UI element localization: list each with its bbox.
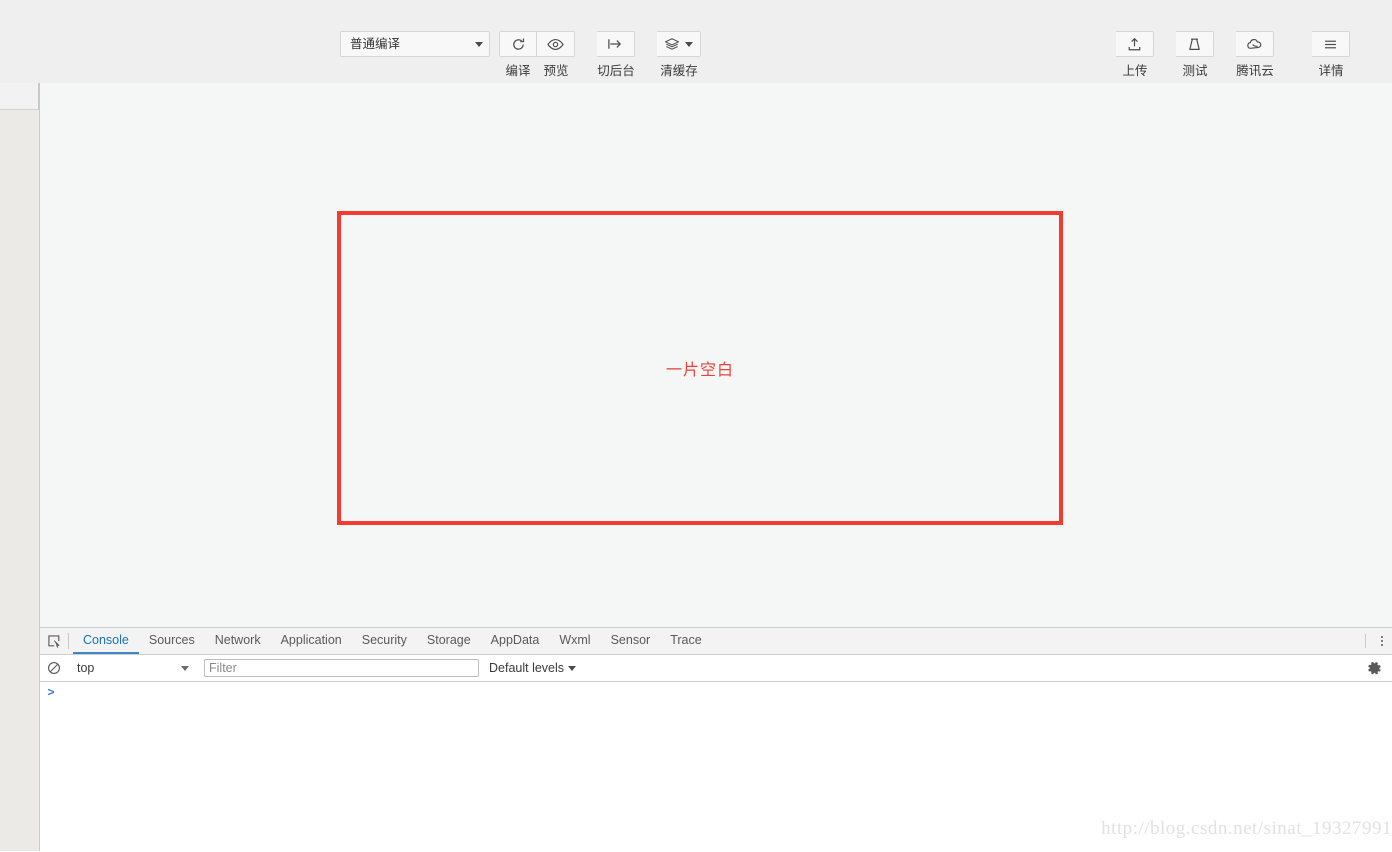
preview-button-label: 预览 — [543, 64, 569, 78]
left-editor-rail — [0, 83, 40, 851]
tab-trace-label: Trace — [670, 633, 702, 647]
chevron-down-icon[interactable] — [685, 41, 693, 47]
tab-application-label: Application — [280, 633, 342, 647]
devtools-tabbar-right — [1365, 628, 1392, 654]
upload-button[interactable]: 上传 — [1116, 31, 1154, 78]
upload-label: 上传 — [1122, 64, 1148, 78]
watermark: http://blog.csdn.net/sinat_19327991 — [1101, 818, 1392, 839]
tab-sources-label: Sources — [148, 633, 195, 647]
compile-preview-group: 编译 预览 — [499, 31, 575, 78]
clear-cache-label: 清缓存 — [660, 64, 698, 78]
console-levels-select[interactable]: Default levels — [489, 661, 577, 675]
console-levels-value: Default levels — [489, 661, 565, 675]
console-input-row[interactable]: > — [40, 682, 1392, 702]
chevron-down-icon — [568, 665, 577, 671]
eye-icon — [547, 37, 564, 52]
tab-application[interactable]: Application — [271, 628, 352, 654]
clear-cache-group: 清缓存 — [657, 31, 701, 78]
tab-wxml[interactable]: Wxml — [549, 628, 600, 654]
background-group: 切后台 — [597, 31, 635, 78]
console-filter-input[interactable] — [204, 659, 479, 677]
inspect-element-icon[interactable] — [40, 628, 68, 654]
preview-button[interactable]: 预览 — [537, 31, 575, 78]
tab-storage-label: Storage — [426, 633, 471, 647]
blank-region-label: 一片空白 — [665, 360, 734, 379]
console-prompt-chevron-icon: > — [47, 685, 55, 699]
tab-storage[interactable]: Storage — [417, 628, 481, 654]
tab-appdata-label: AppData — [490, 633, 540, 647]
test-group: 测试 — [1176, 31, 1214, 78]
chevron-down-icon — [181, 665, 189, 671]
toolbar-right-group: 上传 测试 腾讯云 详情 — [1107, 31, 1350, 78]
left-rail-tab[interactable] — [0, 83, 39, 110]
compile-mode-value: 普通编译 — [350, 36, 401, 51]
switch-background-label: 切后台 — [597, 64, 635, 78]
compile-button-label: 编译 — [505, 64, 531, 78]
upload-group: 上传 — [1116, 31, 1154, 78]
cloud-icon — [1246, 38, 1263, 51]
switch-background-button[interactable]: 切后台 — [597, 31, 635, 78]
tab-security-label: Security — [361, 633, 407, 647]
tab-console-label: Console — [83, 633, 129, 647]
blank-region-highlight: 一片空白 — [337, 211, 1063, 525]
chevron-down-icon — [475, 41, 483, 47]
tab-wxml-label: Wxml — [559, 633, 591, 647]
clear-cache-button[interactable]: 清缓存 — [657, 31, 701, 78]
top-toolbar: 普通编译 编译 预览 切后台 清缓存 上传 测试 腾讯云 详情 — [0, 0, 1392, 83]
flask-icon — [1187, 37, 1202, 52]
test-label: 测试 — [1182, 64, 1208, 78]
vertical-dots-icon[interactable] — [1372, 636, 1392, 646]
divider — [1365, 634, 1366, 648]
details-label: 详情 — [1318, 64, 1344, 78]
tab-network[interactable]: Network — [205, 628, 271, 654]
compile-mode-select[interactable]: 普通编译 — [340, 31, 490, 57]
hamburger-icon — [1323, 38, 1338, 51]
compile-button[interactable]: 编译 — [499, 31, 537, 78]
tencent-cloud-label: 腾讯云 — [1236, 64, 1274, 78]
tab-console[interactable]: Console — [73, 628, 139, 654]
console-filter-bar: top Default levels — [40, 655, 1392, 682]
devtools-tab-list: Console Sources Network Application Secu… — [73, 628, 712, 654]
gear-icon[interactable] — [1360, 661, 1388, 676]
tab-appdata[interactable]: AppData — [481, 628, 550, 654]
refresh-icon — [511, 37, 526, 52]
tencent-cloud-button[interactable]: 腾讯云 — [1236, 31, 1274, 78]
console-settings-area — [1360, 655, 1388, 681]
toolbar-left-group: 普通编译 编译 预览 切后台 清缓存 — [340, 31, 701, 78]
tab-security[interactable]: Security — [352, 628, 417, 654]
console-context-select[interactable]: top — [69, 661, 197, 675]
arrow-to-bar-icon — [607, 37, 624, 51]
tab-sensor-label: Sensor — [610, 633, 651, 647]
layers-icon — [664, 37, 680, 51]
details-button[interactable]: 详情 — [1312, 31, 1350, 78]
tab-network-label: Network — [214, 633, 261, 647]
simulator-preview-area: 一片空白 — [40, 83, 1392, 627]
tab-sources[interactable]: Sources — [139, 628, 205, 654]
test-button[interactable]: 测试 — [1176, 31, 1214, 78]
devtools-tabbar: Console Sources Network Application Secu… — [40, 628, 1392, 655]
upload-icon — [1127, 37, 1142, 52]
tencent-cloud-group: 腾讯云 — [1236, 31, 1274, 78]
console-context-value: top — [77, 661, 95, 675]
tab-trace[interactable]: Trace — [660, 628, 712, 654]
divider — [68, 633, 69, 649]
clear-console-icon[interactable] — [40, 661, 68, 675]
tab-sensor[interactable]: Sensor — [601, 628, 661, 654]
details-group: 详情 — [1312, 31, 1350, 78]
